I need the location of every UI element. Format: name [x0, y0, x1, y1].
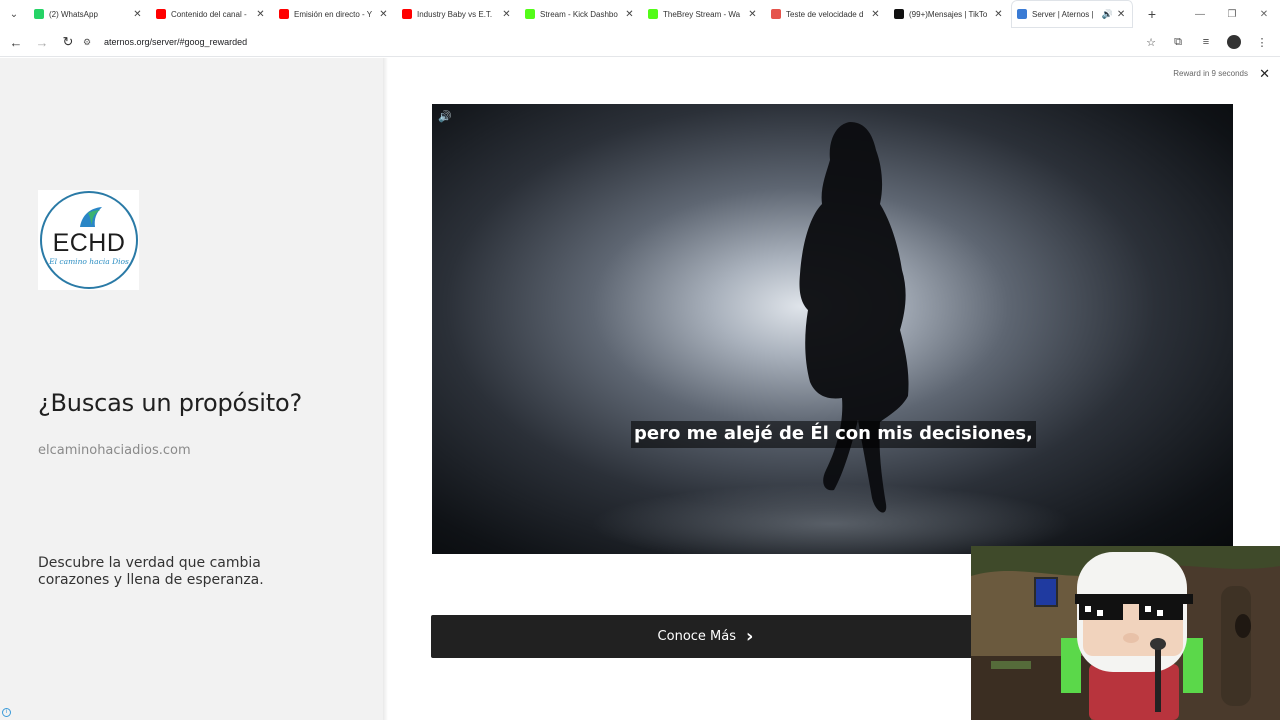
address-bar[interactable]: ⚙ aternos.org/server/#goog_rewarded ☆	[78, 31, 1164, 53]
browser-tab[interactable]: Emisión en directo - Y ✕	[273, 0, 396, 28]
browser-tab[interactable]: Stream - Kick Dashbo ✕	[519, 0, 642, 28]
tab-close-icon[interactable]: ✕	[501, 9, 512, 20]
video-subtitle: pero me alejé de Él con mis decisiones,	[631, 421, 1036, 448]
advertiser-logo[interactable]: ECHD El camino hacia Dios	[38, 190, 139, 290]
tab-label: Stream - Kick Dashbo	[540, 9, 618, 19]
back-button[interactable]: ←	[4, 30, 28, 54]
cta-button[interactable]: Conoce Más ›	[431, 615, 980, 658]
volume-icon[interactable]: 🔊	[438, 110, 452, 123]
reward-countdown: Reward in 9 seconds	[1173, 69, 1248, 78]
browser-tab[interactable]: (99+)Mensajes | TikTo ✕	[888, 0, 1011, 28]
browser-tab[interactable]: Contenido del canal - ✕	[150, 0, 273, 28]
reload-button[interactable]: ↻	[56, 30, 80, 54]
tab-label: Server | Aternos |	[1032, 9, 1094, 19]
tab-favicon-icon	[525, 9, 535, 19]
chevron-right-icon: ›	[746, 626, 754, 647]
new-tab-button[interactable]: +	[1140, 6, 1164, 22]
ad-info-icon[interactable]: i	[2, 708, 11, 717]
tab-close-icon[interactable]: ✕	[1115, 9, 1127, 20]
cta-label: Conoce Más	[657, 629, 737, 644]
maximize-icon[interactable]: ❐	[1216, 0, 1248, 28]
tab-favicon-icon	[34, 9, 44, 19]
webcam-overlay	[971, 546, 1280, 720]
tab-label: (2) WhatsApp	[49, 9, 98, 19]
profile-avatar[interactable]	[1220, 31, 1248, 53]
close-ad-icon[interactable]: ✕	[1259, 66, 1270, 82]
tab-favicon-icon	[648, 9, 658, 19]
tab-label: TheBrey Stream - Wa	[663, 9, 741, 19]
url-text[interactable]: aternos.org/server/#goog_rewarded	[104, 37, 247, 47]
tab-list: (2) WhatsApp ✕ Contenido del canal - ✕ Emisi…	[28, 0, 1134, 28]
tab-strip: ⌄ (2) WhatsApp ✕ Contenido del canal - ✕ Emi…	[0, 0, 1280, 28]
tab-close-icon[interactable]: ✕	[132, 9, 143, 20]
tab-close-icon[interactable]: ✕	[255, 9, 266, 20]
media-controls-icon[interactable]: ≡	[1192, 31, 1220, 53]
browser-toolbar: ← → ↻ ⚙ aternos.org/server/#goog_rewarde…	[0, 28, 1280, 57]
tab-close-icon[interactable]: ✕	[747, 9, 758, 20]
logo-wordmark: ECHD	[52, 229, 126, 257]
logo-mark-icon	[80, 207, 102, 227]
panel-divider	[383, 58, 388, 720]
tab-label: Emisión en directo - Y	[294, 9, 373, 19]
tab-favicon-icon	[771, 9, 781, 19]
tab-label: Industry Baby vs E.T.	[417, 9, 493, 19]
tab-favicon-icon	[1017, 9, 1027, 19]
tab-favicon-icon	[894, 9, 904, 19]
forward-button[interactable]: →	[30, 30, 54, 54]
bookmark-star-icon[interactable]: ☆	[1146, 36, 1156, 49]
browser-tab[interactable]: (2) WhatsApp ✕	[28, 0, 150, 28]
close-window-icon[interactable]: ✕	[1248, 0, 1280, 28]
tab-search-icon[interactable]: ⌄	[0, 0, 28, 28]
window-controls: — ❐ ✕	[1184, 0, 1280, 28]
menu-icon[interactable]: ⋮	[1248, 31, 1276, 53]
video-frame	[592, 122, 1072, 554]
tab-favicon-icon	[402, 9, 412, 19]
avatar	[1227, 35, 1241, 49]
tab-close-icon[interactable]: ✕	[870, 9, 881, 20]
tab-favicon-icon	[279, 9, 289, 19]
ad-domain[interactable]: elcaminohaciadios.com	[38, 443, 191, 458]
browser-tab[interactable]: Teste de velocidade d ✕	[765, 0, 888, 28]
tab-close-icon[interactable]: ✕	[624, 9, 635, 20]
site-info-icon[interactable]: ⚙	[78, 37, 96, 48]
tab-label: (99+)Mensajes | TikTo	[909, 9, 988, 19]
tab-close-icon[interactable]: ✕	[378, 9, 389, 20]
tab-audio-icon[interactable]: 🔊	[1102, 9, 1113, 20]
toolbar-actions: ⧉ ≡ ⋮	[1164, 31, 1276, 53]
extensions-icon[interactable]: ⧉	[1164, 31, 1192, 53]
logo-tagline: El camino hacia Dios	[49, 257, 129, 266]
logo-ring: ECHD El camino hacia Dios	[40, 191, 138, 289]
tab-favicon-icon	[156, 9, 166, 19]
minimize-icon[interactable]: —	[1184, 0, 1216, 28]
browser-tab[interactable]: Server | Aternos | 🔊 ✕	[1011, 0, 1134, 28]
ad-video[interactable]: 🔊	[432, 104, 1233, 554]
tab-close-icon[interactable]: ✕	[993, 9, 1004, 20]
webcam-scene	[971, 546, 1280, 720]
ad-description: Descubre la verdad que cambia corazones …	[38, 555, 264, 588]
tab-label: Contenido del canal -	[171, 9, 247, 19]
browser-tab[interactable]: Industry Baby vs E.T. ✕	[396, 0, 519, 28]
ad-headline[interactable]: ¿Buscas un propósito?	[38, 389, 302, 417]
tab-label: Teste de velocidade d	[786, 9, 864, 19]
browser-tab[interactable]: TheBrey Stream - Wa ✕	[642, 0, 765, 28]
